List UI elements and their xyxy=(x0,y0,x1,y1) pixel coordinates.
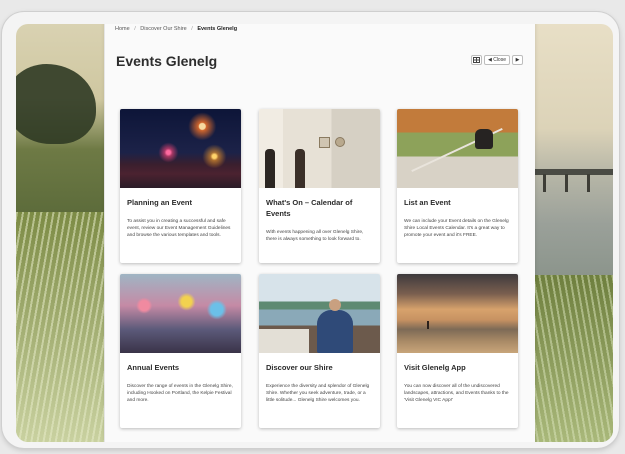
card-title: Annual Events xyxy=(127,363,180,372)
sheep-image xyxy=(397,109,518,188)
card-title: Planning an Event xyxy=(127,198,193,207)
next-button[interactable]: ▶ xyxy=(512,55,523,65)
grid-view-button[interactable] xyxy=(470,55,482,65)
painting xyxy=(335,137,345,147)
dog-silhouette xyxy=(475,129,493,149)
pier-post xyxy=(543,174,546,192)
person-head xyxy=(329,299,341,311)
visitor-silhouette xyxy=(295,149,305,188)
breadcrumb-separator: / xyxy=(191,26,193,32)
card-title: Visit Glenelg App xyxy=(404,363,466,372)
tablet-frame: Home / Discover Our Shire / Events Glene… xyxy=(2,12,619,448)
breadcrumb: Home / Discover Our Shire / Events Glene… xyxy=(115,26,240,32)
card-whats-on[interactable]: What's On – Calendar of Events With even… xyxy=(259,109,380,263)
page-toolbar: ◀ Close ▶ xyxy=(470,55,523,65)
gallery-image xyxy=(259,109,380,188)
web-page: Home / Discover Our Shire / Events Glene… xyxy=(105,24,535,442)
pier-post xyxy=(565,174,568,192)
grass xyxy=(525,274,613,442)
grid-view-icon xyxy=(472,57,480,63)
card-title: What's On – Calendar of Events xyxy=(266,198,353,218)
tree-silhouette xyxy=(16,64,96,144)
background-left-landscape xyxy=(16,24,104,442)
boat-image xyxy=(259,274,380,353)
card-description: Discover the range of events in the Glen… xyxy=(127,384,233,403)
pier xyxy=(525,169,613,175)
card-annual-events[interactable]: Annual Events Discover the range of even… xyxy=(120,274,241,428)
card-discover-our-shire[interactable]: Discover our Shire Experience the divers… xyxy=(259,274,380,428)
card-list-an-event[interactable]: List an Event We can include your Event … xyxy=(397,109,518,263)
card-title: List an Event xyxy=(404,198,451,207)
background-right-landscape xyxy=(525,24,613,442)
breadcrumb-discover[interactable]: Discover Our Shire xyxy=(140,26,186,32)
fireworks-image xyxy=(120,109,241,188)
person-silhouette xyxy=(317,310,353,353)
tablet-screen: Home / Discover Our Shire / Events Glene… xyxy=(16,24,613,442)
grass xyxy=(16,212,104,442)
visitor-silhouette xyxy=(265,149,275,188)
breadcrumb-separator: / xyxy=(134,26,136,32)
breadcrumb-home[interactable]: Home xyxy=(115,26,130,32)
close-button[interactable]: ◀ Close xyxy=(483,55,510,65)
card-title: Discover our Shire xyxy=(266,363,333,372)
breadcrumb-current: Events Glenelg xyxy=(197,26,238,32)
card-planning-an-event[interactable]: Planning an Event To assist you in creat… xyxy=(120,109,241,263)
card-description: With events happening all over Glenelg S… xyxy=(266,230,364,242)
card-description: Experience the diversity and splendor of… xyxy=(266,384,370,403)
pier-post xyxy=(587,174,590,192)
card-description: You can now discover all of the undiscov… xyxy=(404,384,509,403)
sunset-image xyxy=(397,274,518,353)
card-description: We can include your Event details on the… xyxy=(404,219,509,238)
parade-image xyxy=(120,274,241,353)
person-silhouette xyxy=(427,321,429,329)
page-title: Events Glenelg xyxy=(116,53,218,69)
boat-rail xyxy=(259,329,309,353)
card-description: To assist you in creating a successful a… xyxy=(127,219,231,238)
card-visit-glenelg-app[interactable]: Visit Glenelg App You can now discover a… xyxy=(397,274,518,428)
painting xyxy=(319,137,330,148)
